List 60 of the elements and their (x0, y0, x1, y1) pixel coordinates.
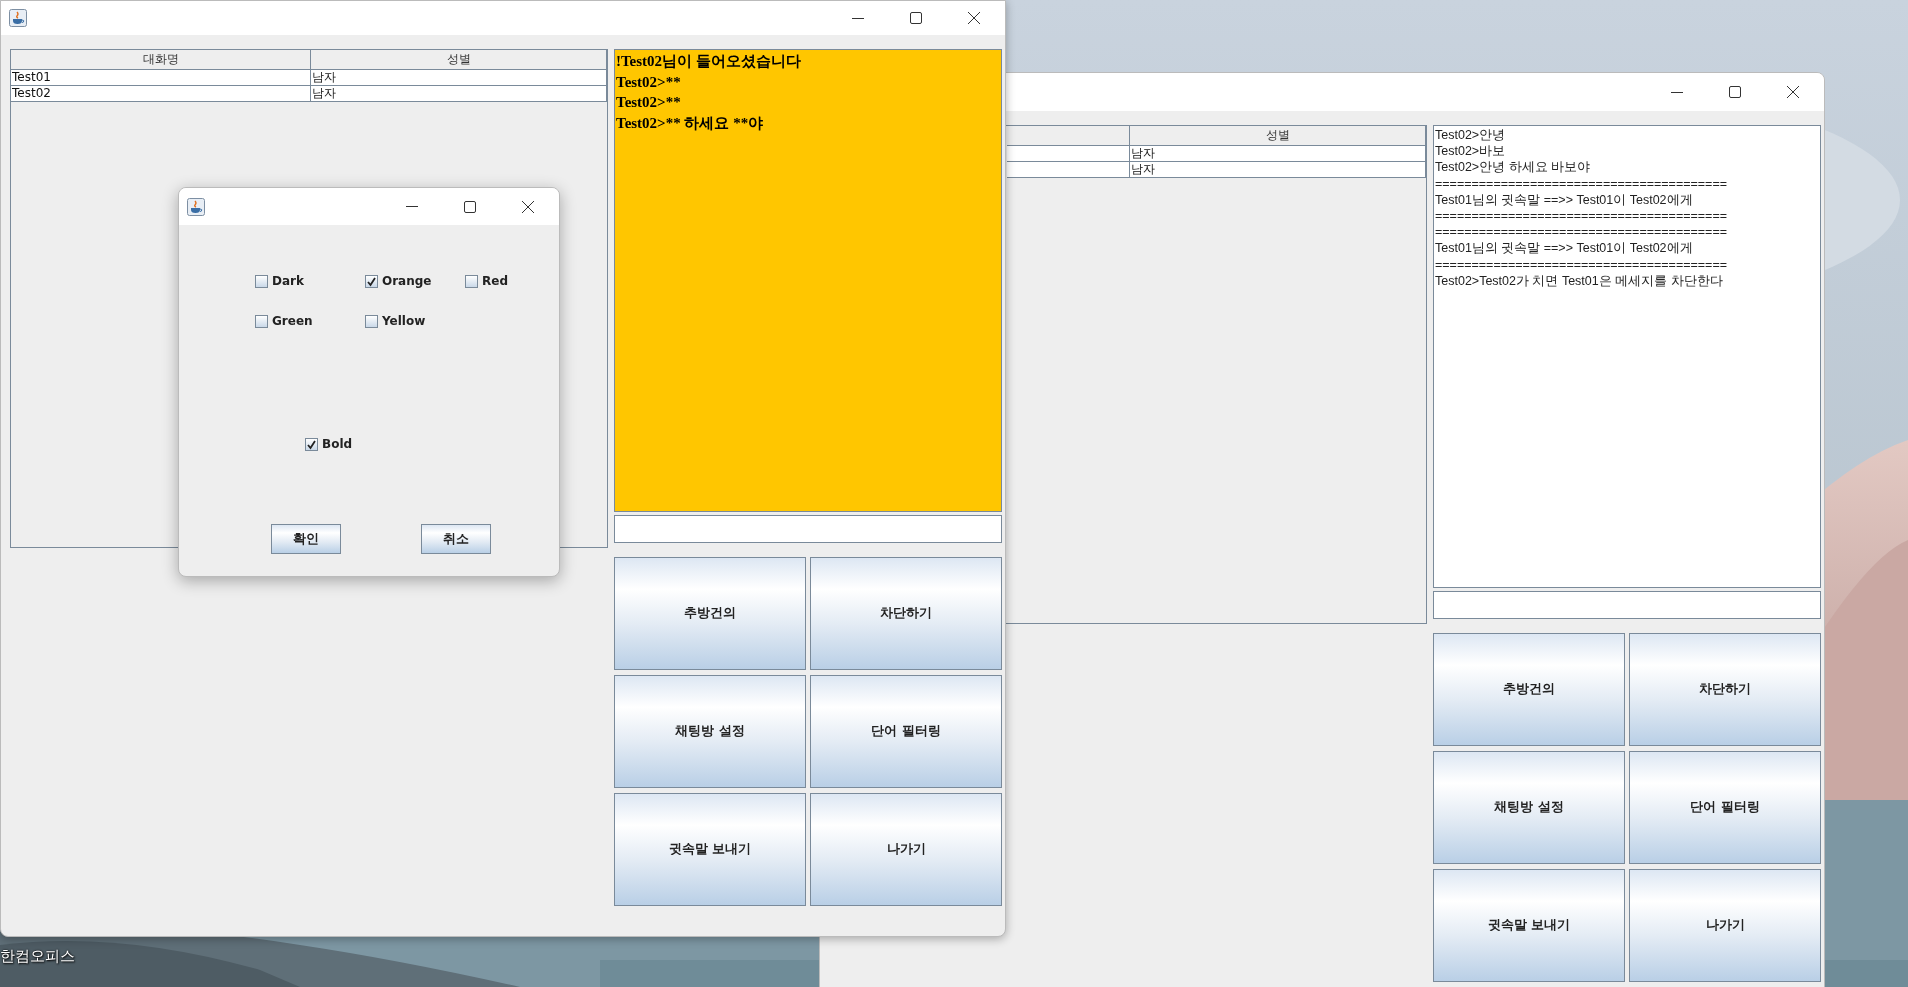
action-button[interactable]: 채팅방 설정 (1433, 751, 1625, 864)
dialog-button[interactable]: 취소 (421, 524, 491, 554)
action-button[interactable]: 차단하기 (1629, 633, 1821, 746)
action-button[interactable]: 단어 필터링 (1629, 751, 1821, 864)
action-button[interactable]: 단어 필터링 (810, 675, 1002, 788)
table-cell: 남자 (1130, 162, 1426, 178)
checkbox[interactable]: Yellow (365, 314, 426, 328)
chat-message: Test02>** (616, 93, 682, 112)
action-button[interactable]: 채팅방 설정 (614, 675, 806, 788)
chat-message: Test02>안녕 하세요 바보야 (1435, 159, 1592, 176)
table-header-cell[interactable]: 성별 (311, 50, 607, 70)
chat-message: Test01님의 귓속말 ==>> Test01이 Test02에게 (1435, 191, 1694, 208)
chat-message: ======================================== (1435, 224, 1728, 241)
maximize-icon (1729, 86, 1741, 98)
close-icon (1787, 86, 1799, 98)
table-header-cell[interactable] (1007, 126, 1130, 146)
table-header-cell[interactable]: 대화명 (11, 50, 311, 70)
chat-message: ======================================== (1435, 256, 1728, 273)
chat-message: Test02>** 하세요 **야 (616, 113, 765, 133)
table-cell: 남자 (311, 70, 607, 86)
action-button[interactable]: 추방건의 (614, 557, 806, 670)
chat-message: Test02>바보 (1435, 143, 1507, 160)
table-cell: 남자 (311, 86, 607, 102)
coffee-cup-icon (9, 9, 27, 27)
close-icon (522, 200, 534, 213)
checkmark-icon (306, 438, 317, 450)
desktop-icon-label[interactable]: 한컴오피스 (0, 947, 75, 966)
checkbox[interactable]: Red (465, 274, 508, 288)
message-input[interactable] (1433, 591, 1821, 619)
action-button[interactable]: 귓속말 보내기 (614, 793, 806, 906)
table-cell: Test01 (11, 70, 311, 86)
checkbox[interactable]: Green (255, 314, 313, 328)
action-button[interactable]: 나가기 (1629, 869, 1821, 982)
chat-message: Test02>** (616, 72, 682, 92)
action-button[interactable]: 귓속말 보내기 (1433, 869, 1625, 982)
action-button[interactable]: 차단하기 (810, 557, 1002, 670)
message-input[interactable] (614, 515, 1002, 543)
chat-message: Test01님의 귓속말 ==>> Test01이 Test02에게 (1435, 240, 1694, 257)
chat-message: Test02>Test02가 치면 Test01은 메세지를 차단한다 (1435, 272, 1724, 290)
chat-message: ======================================== (1435, 208, 1728, 225)
checkbox[interactable]: Dark (255, 274, 304, 288)
checkbox[interactable]: Orange (365, 274, 432, 288)
chat-message: ======================================== (1435, 175, 1728, 192)
minimize-icon (852, 17, 864, 19)
action-button[interactable]: 추방건의 (1433, 633, 1625, 746)
dialog-button[interactable]: 확인 (271, 524, 341, 554)
action-button[interactable]: 나가기 (810, 793, 1002, 906)
chat-message: Test02>안녕 (1435, 127, 1507, 144)
maximize-icon (910, 12, 922, 24)
table-cell: Test02 (11, 86, 311, 102)
coffee-cup-icon (187, 197, 205, 216)
minimize-icon (1671, 91, 1683, 93)
close-icon (968, 12, 980, 24)
maximize-icon (464, 200, 476, 213)
table-cell: 남자 (1130, 146, 1426, 162)
minimize-icon (406, 206, 418, 207)
checkmark-icon (366, 275, 377, 287)
table-header-cell[interactable]: 성별 (1130, 126, 1426, 146)
checkbox[interactable]: Bold (305, 437, 353, 451)
chat-message: !Test02님이 들어오셨습니다 (616, 52, 802, 71)
